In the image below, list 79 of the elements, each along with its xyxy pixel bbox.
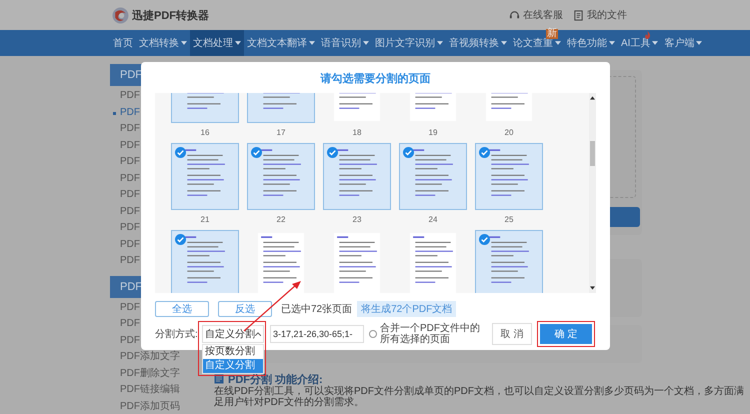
page-thumbnail[interactable] <box>475 143 543 210</box>
sidebar-item[interactable]: PDF <box>110 154 140 170</box>
merge-radio[interactable] <box>369 330 377 338</box>
nav-tab[interactable]: 语音识别 <box>318 30 372 56</box>
page-number: 17 <box>276 127 286 139</box>
confirm-button[interactable]: 确 定 <box>540 324 592 344</box>
sidebar-item[interactable]: PDF <box>110 170 140 187</box>
logo-text: 迅捷PDF转换器 <box>132 8 209 22</box>
document-icon <box>573 10 584 20</box>
description-text: 在线PDF分割工具，可以实现将PDF文件分割成单页的PDF文档，也可以自定义设置分割多少页码为一个文档，多方面满足用户针对PDF文件的分割需求。 <box>214 386 744 408</box>
page-range-field[interactable]: 3-17,21-26,30-65;1- <box>270 325 364 343</box>
scroll-thumb[interactable] <box>590 141 595 166</box>
nav-tab[interactable]: 客户端 <box>661 30 706 56</box>
sidebar-item[interactable]: PDF <box>110 300 140 316</box>
page-number: 19 <box>428 127 438 139</box>
page-number: 24 <box>428 214 438 226</box>
header-link[interactable]: 在线客服 <box>509 8 563 22</box>
merge-option-label: 合并一个PDF文件中的所有选择的页面 <box>380 323 481 345</box>
page-number: 20 <box>504 127 514 139</box>
sidebar-item[interactable]: PDF删除文字 <box>110 366 180 382</box>
dropdown-option[interactable]: 按页数分割 <box>203 345 263 359</box>
sidebar-item[interactable]: PDF <box>110 236 140 253</box>
result-tag: 将生成72个PDF文档 <box>357 301 456 317</box>
check-icon <box>327 147 338 158</box>
scroll-down-icon[interactable] <box>590 286 595 290</box>
check-icon <box>175 234 186 245</box>
check-icon <box>403 147 414 158</box>
caret-icon <box>255 332 261 336</box>
page-thumbnail[interactable] <box>247 143 315 210</box>
page-thumbnail[interactable] <box>475 230 543 293</box>
headset-icon <box>509 10 520 20</box>
sidebar-item[interactable]: PDF添加文字 <box>110 349 180 366</box>
sidebar-item[interactable]: PDF <box>110 220 140 236</box>
check-icon <box>479 147 490 158</box>
sidebar-item[interactable]: PDF <box>110 253 140 270</box>
nav-tab[interactable]: 图片文字识别 <box>372 30 446 56</box>
page-number: 18 <box>352 127 362 139</box>
page-number: 16 <box>200 127 210 139</box>
sidebar-item[interactable]: PDF添加页码 <box>110 398 180 414</box>
page-thumbnail[interactable] <box>399 143 467 210</box>
nav-tab[interactable]: 特色功能 <box>564 30 618 56</box>
nav-tab[interactable]: 文档处理 <box>190 30 244 56</box>
page-number: 23 <box>352 214 362 226</box>
page-thumbnail[interactable] <box>171 230 239 293</box>
check-icon <box>251 147 262 158</box>
nav-tab[interactable]: 音视频转换 <box>446 30 510 56</box>
page-thumbnail[interactable] <box>171 143 239 210</box>
sidebar-item[interactable]: PDF <box>110 104 140 121</box>
sidebar-item[interactable]: PDF <box>110 316 140 332</box>
nav-tab[interactable]: 文档转换 <box>136 30 190 56</box>
dropdown-option[interactable]: 自定义分割 <box>203 359 263 373</box>
split-mode-label: 分割方式: <box>155 328 199 341</box>
sidebar-item[interactable]: PDF <box>110 332 140 349</box>
scrollbar[interactable] <box>589 93 596 293</box>
select-all-button[interactable]: 全选 <box>155 301 209 317</box>
check-icon <box>175 147 186 158</box>
page-number: 25 <box>504 214 514 226</box>
page-thumbnail[interactable] <box>323 143 391 210</box>
sidebar-item[interactable]: PDF <box>110 138 140 154</box>
nav-tab[interactable]: 文档文本翻译 <box>244 30 318 56</box>
split-mode-select[interactable]: 自定义分割 <box>202 325 264 343</box>
sidebar-item[interactable]: PDF <box>110 88 140 104</box>
page-number: 21 <box>200 214 210 226</box>
nav-tab[interactable]: AI工具 <box>618 30 662 56</box>
sidebar-item[interactable]: PDF <box>110 204 140 220</box>
sidebar-item[interactable]: PDF链接编辑 <box>110 382 180 398</box>
nav-tab[interactable]: 首页 <box>110 30 136 56</box>
dialog-title: 请勾选需要分割的页面 <box>319 72 432 86</box>
sidebar-item[interactable]: PDF <box>110 121 140 138</box>
header-link[interactable]: 我的文件 <box>573 8 627 22</box>
page-number: 22 <box>276 214 286 226</box>
check-icon <box>479 234 490 245</box>
cancel-button[interactable]: 取 消 <box>492 323 532 345</box>
sidebar-item[interactable]: PDF <box>110 187 140 204</box>
scroll-up-icon[interactable] <box>590 96 595 100</box>
selected-count-text: 已选中72张页面 <box>281 302 352 316</box>
new-badge: 新 <box>546 29 558 39</box>
logo-icon <box>112 6 129 24</box>
invert-selection-button[interactable]: 反选 <box>218 301 272 317</box>
